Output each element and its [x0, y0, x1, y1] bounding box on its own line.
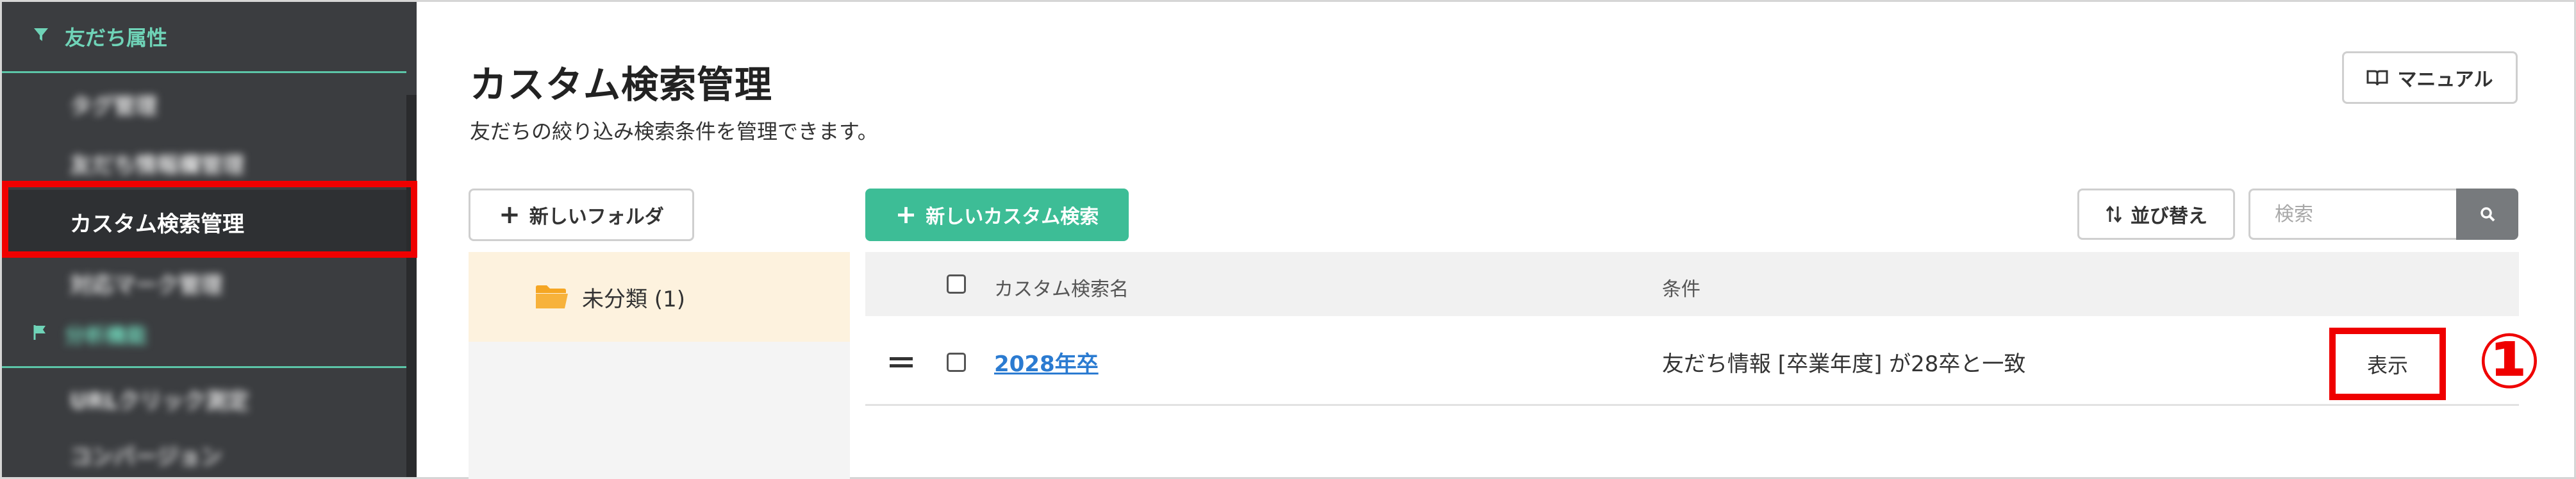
sidebar-section-label: 友だち属性: [65, 26, 168, 50]
drag-handle-icon[interactable]: [890, 357, 913, 367]
sort-arrows-icon: [2106, 205, 2122, 223]
sidebar-item-label: 対応マーク管理: [70, 272, 222, 298]
sidebar-item-label: コンバージョン: [70, 444, 222, 470]
sidebar-item-tag-management[interactable]: タグ管理: [2, 74, 406, 133]
sidebar-section-analytics[interactable]: 分析機能: [2, 302, 406, 368]
column-header-name: カスタム検索名: [994, 278, 1129, 301]
search-button[interactable]: [2456, 189, 2518, 240]
sidebar-item-conversion[interactable]: コンバージョン: [2, 425, 406, 477]
sort-button[interactable]: 並び替え: [2077, 189, 2235, 240]
folder-label: 未分類 (1): [582, 286, 685, 312]
new-folder-label: 新しいフォルダ: [529, 206, 664, 228]
plus-icon: +: [499, 200, 520, 230]
sidebar-section-friend-attributes[interactable]: 友だち属性: [2, 2, 406, 73]
sidebar-item-label: タグ管理: [70, 93, 157, 119]
custom-search-condition: 友だち情報 [卒業年度] が28卒と一致: [1662, 351, 2026, 377]
folder-icon: [536, 285, 568, 308]
new-custom-search-label: 新しいカスタム検索: [926, 206, 1099, 228]
sidebar-item-url-click[interactable]: URLクリック測定: [2, 369, 406, 428]
page-subtitle: 友だちの絞り込み検索条件を管理できます。: [470, 119, 878, 144]
search-icon: [2480, 207, 2495, 222]
highlight-box-sidebar: [2, 181, 417, 258]
new-custom-search-button[interactable]: + 新しいカスタム検索: [865, 189, 1129, 241]
flag-icon: [33, 323, 56, 346]
select-all-checkbox[interactable]: [947, 274, 966, 294]
plus-icon: +: [895, 200, 917, 230]
new-folder-button[interactable]: + 新しいフォルダ: [469, 189, 694, 241]
filter-icon: [33, 26, 56, 48]
book-icon: [2366, 70, 2388, 86]
sidebar-section-label: 分析機能: [65, 323, 147, 348]
manual-label: マニュアル: [2397, 69, 2493, 91]
folder-item-uncategorized[interactable]: 未分類 (1): [469, 252, 850, 342]
sidebar-scrollbar[interactable]: [406, 95, 417, 477]
page-title: カスタム検索管理: [470, 63, 773, 106]
manual-button[interactable]: マニュアル: [2342, 51, 2518, 104]
column-header-condition: 条件: [1662, 278, 1700, 301]
row-checkbox[interactable]: [947, 353, 966, 372]
highlight-box-show-button: [2329, 328, 2446, 400]
annotation-marker: ①: [2477, 317, 2541, 405]
search-input[interactable]: [2248, 189, 2456, 240]
sort-label: 並び替え: [2131, 205, 2207, 228]
sidebar-item-label: 友だち情報欄管理: [70, 152, 244, 178]
custom-search-name-link[interactable]: 2028年卒: [994, 346, 1099, 378]
sidebar-item-label: URLクリック測定: [70, 388, 249, 414]
